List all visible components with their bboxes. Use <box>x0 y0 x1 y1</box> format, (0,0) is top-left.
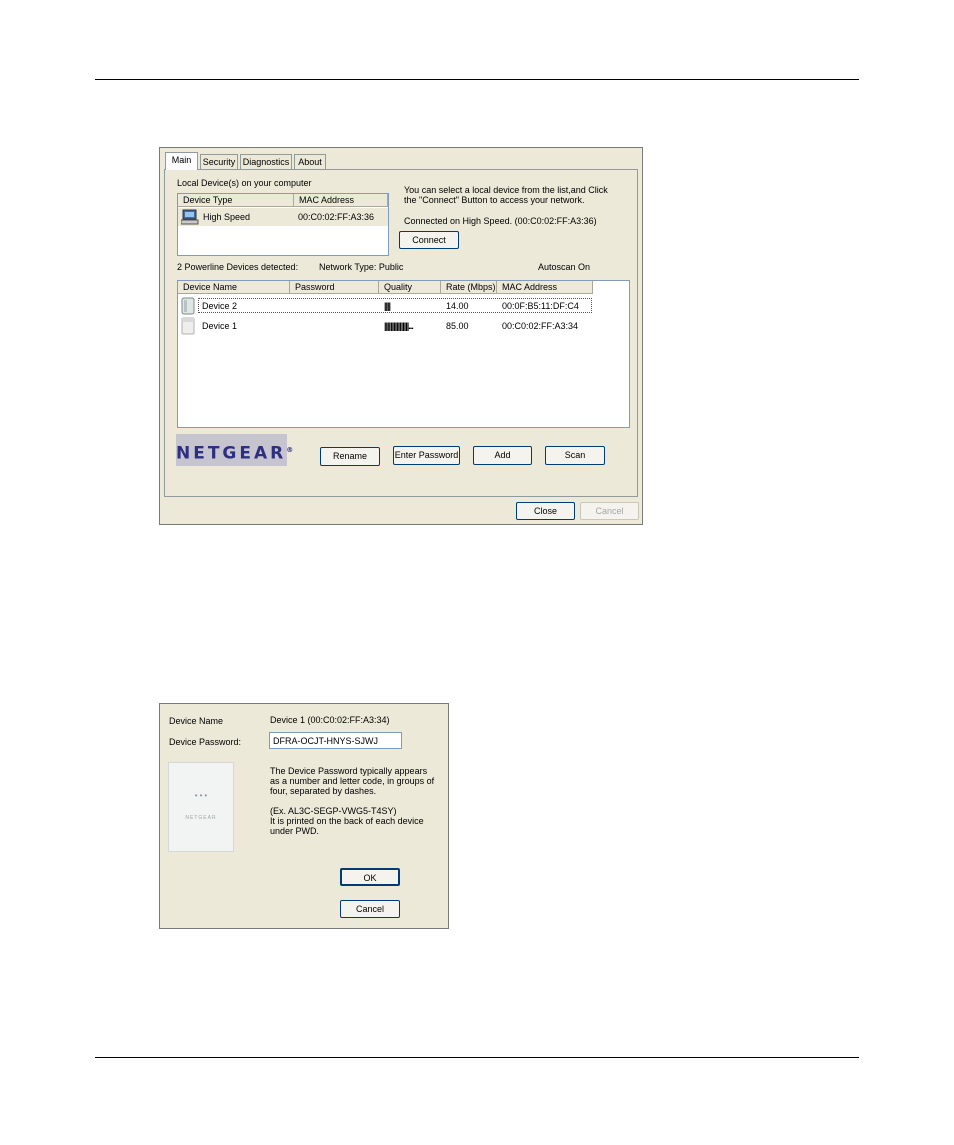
tab-about[interactable]: About <box>294 154 326 169</box>
password-example: (Ex. AL3C-SEGP-VWG5-T4SY) <box>270 806 397 816</box>
local-device-mac: 00:C0:02:FF:A3:36 <box>298 212 375 222</box>
enter-password-button-label: Enter Password <box>394 450 459 460</box>
netgear-logo: NETGEAR® <box>176 434 293 466</box>
scan-button-label: Scan <box>564 450 586 460</box>
powerline-device-list[interactable]: Device Name Password Quality Rate (Mbps)… <box>177 280 630 428</box>
local-devices-list[interactable]: Device Type MAC Address High Speed 00:C0… <box>177 193 389 256</box>
password-location-line-1: It is printed on the back of each device <box>270 816 424 826</box>
enter-password-button[interactable]: Enter Password <box>393 446 460 465</box>
column-mac-address-devices[interactable]: MAC Address <box>497 281 593 294</box>
tab-diagnostics[interactable]: Diagnostics <box>240 154 292 169</box>
device-password-dialog: Device Name Device 1 (00:C0:02:FF:A3:34)… <box>159 703 449 929</box>
column-rate[interactable]: Rate (Mbps) <box>441 281 497 294</box>
device-quality: ||||||||||||||||... <box>384 321 414 331</box>
close-button-label: Close <box>533 506 557 516</box>
detected-count: 2 Powerline Devices detected: <box>177 262 299 272</box>
network-type: Network Type: Public <box>319 262 404 272</box>
tab-security[interactable]: Security <box>200 154 238 169</box>
device-name-value: Device 1 (00:C0:02:FF:A3:34) <box>270 715 390 725</box>
column-mac-address[interactable]: MAC Address <box>294 194 388 207</box>
device-name: Device 1 <box>202 321 238 331</box>
device-password-label: Device Password: <box>169 737 242 747</box>
utility-main-window: Main Security Diagnostics About Local De… <box>159 147 643 525</box>
device-image-brand: NETGEAR <box>185 815 217 821</box>
device-quality: |||| <box>384 301 391 311</box>
password-description-line-2: as a number and letter code, in groups o… <box>270 776 435 786</box>
info-line-1: You can select a local device from the l… <box>404 185 608 195</box>
local-devices-label: Local Device(s) on your computer <box>177 178 312 188</box>
footer-rule <box>95 1057 859 1058</box>
rename-button-label: Rename <box>332 451 368 461</box>
connect-button[interactable]: Connect <box>399 231 459 249</box>
device-mac: 00:0F:B5:11:DF:C4 <box>502 301 579 311</box>
column-quality[interactable]: Quality <box>379 281 441 294</box>
dialog-cancel-button[interactable]: Cancel <box>340 900 400 918</box>
local-device-type: High Speed <box>203 212 251 222</box>
dialog-cancel-button-label: Cancel <box>355 904 384 914</box>
connected-on-text: Connected on High Speed. (00:C0:02:FF:A3… <box>404 216 597 226</box>
powerline-adapter-icon <box>181 297 195 315</box>
device-password-input[interactable] <box>269 732 402 749</box>
registered-mark: ® <box>286 446 294 454</box>
info-line-2: the "Connect" Button to access your netw… <box>404 195 585 205</box>
header-rule <box>95 79 859 80</box>
table-row[interactable]: Device 1 ||||||||||||||||... 85.00 00:C0… <box>178 316 629 336</box>
add-button-label: Add <box>494 450 511 460</box>
close-button[interactable]: Close <box>516 502 575 520</box>
password-location-line-2: under PWD. <box>270 826 320 836</box>
device-rate: 85.00 <box>446 321 469 331</box>
powerline-device-image: ••• NETGEAR <box>168 762 234 852</box>
device-led-dots: ••• <box>194 791 210 800</box>
device-mac: 00:C0:02:FF:A3:34 <box>502 321 579 331</box>
device-name-label: Device Name <box>169 716 224 726</box>
netgear-logo-text: NETGEAR <box>176 443 287 464</box>
column-device-name[interactable]: Device Name <box>178 281 290 294</box>
add-button[interactable]: Add <box>473 446 532 465</box>
tab-main[interactable]: Main <box>165 152 198 170</box>
table-row[interactable]: Device 2 |||| 14.00 00:0F:B5:11:DF:C4 <box>178 296 629 316</box>
password-description-line-3: four, separated by dashes. <box>270 786 377 796</box>
device-name: Device 2 <box>202 301 238 311</box>
cancel-button-label: Cancel <box>595 506 624 516</box>
ok-button-label: OK <box>363 873 377 883</box>
device-rate: 14.00 <box>446 301 469 311</box>
password-description-line-1: The Device Password typically appears <box>270 766 428 776</box>
local-device-row[interactable]: High Speed 00:C0:02:FF:A3:36 <box>178 208 388 226</box>
powerline-adapter-icon <box>181 317 195 335</box>
computer-icon <box>181 209 199 225</box>
autoscan-status: Autoscan On <box>538 262 591 272</box>
column-device-type[interactable]: Device Type <box>178 194 294 207</box>
scan-button[interactable]: Scan <box>545 446 605 465</box>
rename-button[interactable]: Rename <box>320 447 380 466</box>
ok-button[interactable]: OK <box>340 868 400 886</box>
connect-button-label: Connect <box>412 235 446 245</box>
column-password[interactable]: Password <box>290 281 379 294</box>
cancel-button[interactable]: Cancel <box>580 502 639 520</box>
